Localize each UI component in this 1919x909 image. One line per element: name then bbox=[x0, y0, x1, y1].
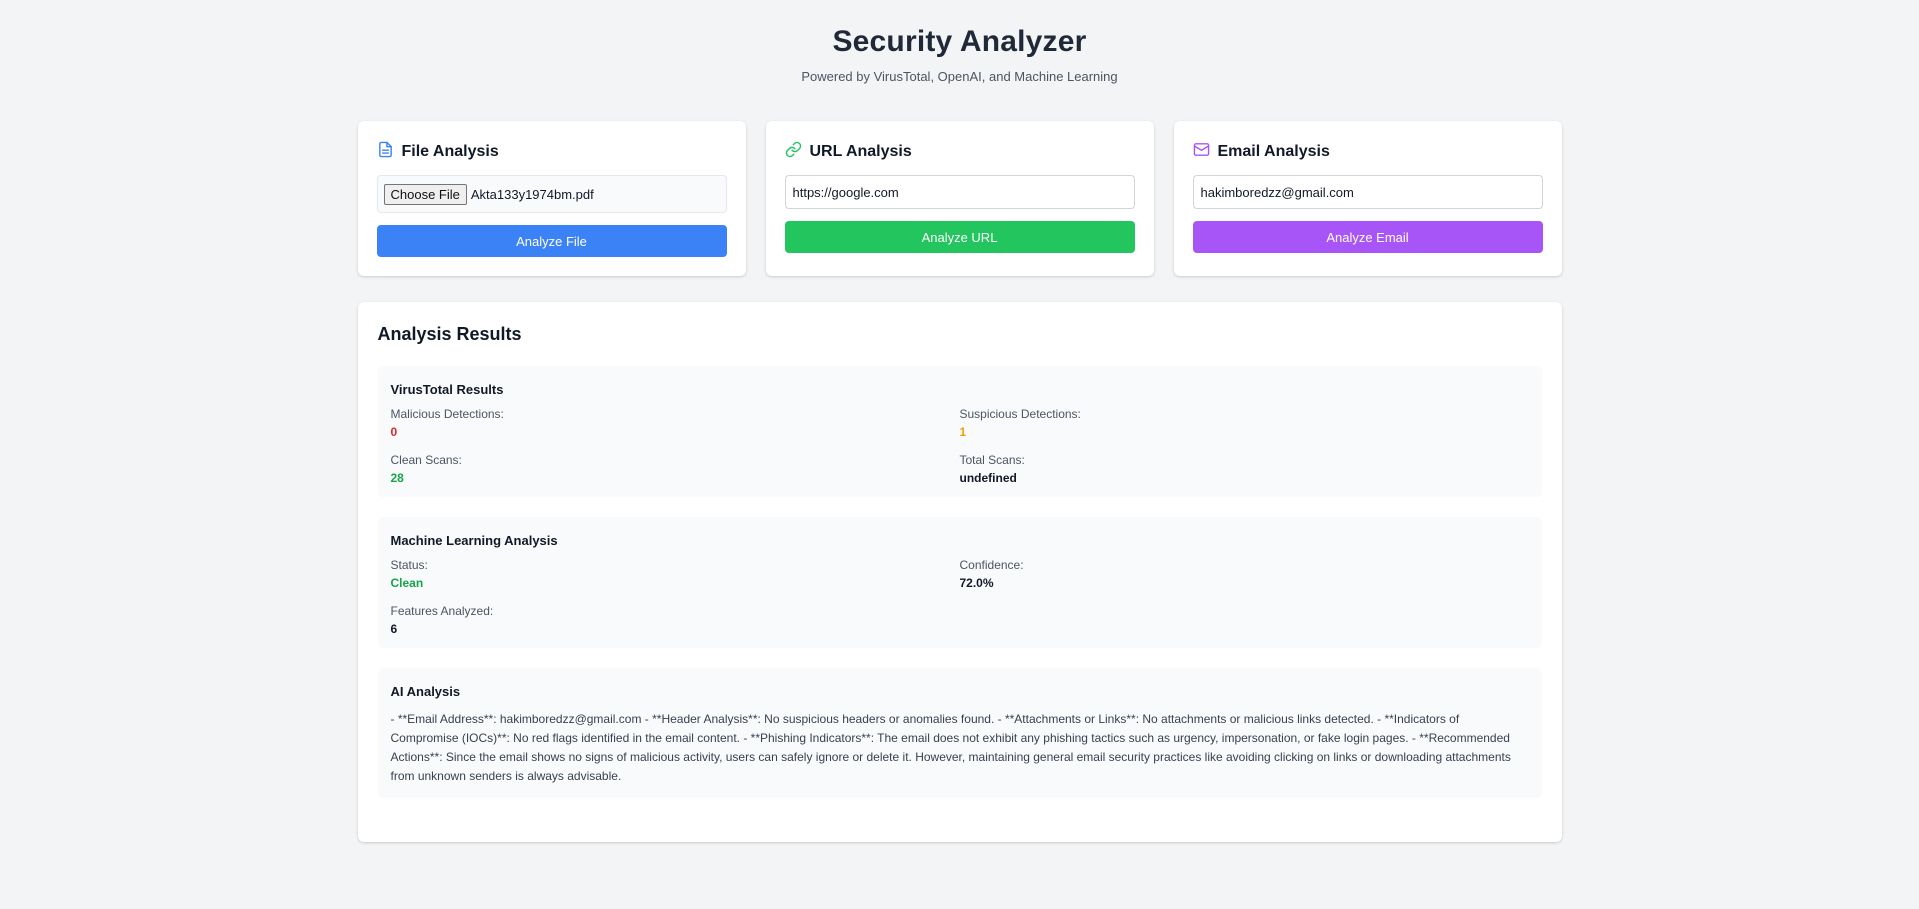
email-input[interactable] bbox=[1192, 175, 1543, 209]
status-stat: Status: Clean bbox=[391, 558, 960, 590]
main-container: File Analysis Choose File Akta133y1974bm… bbox=[357, 121, 1562, 842]
total-value: undefined bbox=[959, 471, 1017, 485]
confidence-stat: Confidence: 72.0% bbox=[960, 558, 1529, 590]
url-input[interactable] bbox=[784, 175, 1135, 209]
ml-grid: Status: Clean Confidence: 72.0% Features… bbox=[391, 558, 1529, 636]
malicious-stat: Malicious Detections: 0 bbox=[391, 407, 960, 439]
suspicious-value: 1 bbox=[959, 425, 967, 439]
file-card-header: File Analysis bbox=[377, 141, 727, 163]
malicious-label: Malicious Detections: bbox=[390, 407, 504, 421]
confidence-value: 72.0% bbox=[959, 576, 994, 590]
mail-icon bbox=[1193, 141, 1210, 163]
page-header: Security Analyzer Powered by VirusTotal,… bbox=[0, 0, 1919, 84]
analyze-file-button[interactable]: Analyze File bbox=[376, 225, 727, 257]
ml-section: Machine Learning Analysis Status: Clean … bbox=[377, 517, 1542, 648]
virustotal-title: VirusTotal Results bbox=[390, 382, 504, 397]
analyze-email-button[interactable]: Analyze Email bbox=[1192, 221, 1543, 253]
ml-title: Machine Learning Analysis bbox=[390, 533, 558, 548]
suspicious-label: Suspicious Detections: bbox=[959, 407, 1081, 421]
features-stat: Features Analyzed: 6 bbox=[391, 604, 960, 636]
total-stat: Total Scans: undefined bbox=[960, 453, 1529, 485]
clean-label: Clean Scans: bbox=[390, 453, 462, 467]
email-analysis-card: Email Analysis Analyze Email bbox=[1173, 121, 1562, 276]
virustotal-grid: Malicious Detections: 0 Suspicious Detec… bbox=[391, 407, 1529, 485]
virustotal-section: VirusTotal Results Malicious Detections:… bbox=[377, 366, 1542, 497]
page-subtitle: Powered by VirusTotal, OpenAI, and Machi… bbox=[801, 69, 1118, 84]
status-value: Clean bbox=[390, 576, 424, 590]
total-label: Total Scans: bbox=[959, 453, 1025, 467]
analysis-cards: File Analysis Choose File Akta133y1974bm… bbox=[357, 121, 1562, 276]
file-input[interactable]: Choose File Akta133y1974bm.pdf bbox=[376, 175, 727, 213]
url-card-title: URL Analysis bbox=[809, 143, 912, 160]
selected-file-name: Akta133y1974bm.pdf bbox=[470, 186, 594, 202]
email-card-title: Email Analysis bbox=[1217, 143, 1330, 160]
email-card-header: Email Analysis bbox=[1193, 141, 1543, 163]
file-analysis-card: File Analysis Choose File Akta133y1974bm… bbox=[357, 121, 746, 276]
file-card-title: File Analysis bbox=[401, 143, 499, 160]
clean-value: 28 bbox=[390, 471, 404, 485]
url-analysis-card: URL Analysis Analyze URL bbox=[765, 121, 1154, 276]
analyze-url-button[interactable]: Analyze URL bbox=[784, 221, 1135, 253]
malicious-value: 0 bbox=[390, 425, 398, 439]
choose-file-button[interactable]: Choose File bbox=[383, 183, 467, 205]
status-label: Status: bbox=[390, 558, 428, 572]
suspicious-stat: Suspicious Detections: 1 bbox=[960, 407, 1529, 439]
results-title: Analysis Results bbox=[377, 324, 522, 344]
ai-analysis-text: - **Email Address**: hakimboredzz@gmail.… bbox=[390, 712, 1511, 783]
features-label: Features Analyzed: bbox=[390, 604, 494, 618]
link-icon bbox=[785, 141, 802, 163]
confidence-label: Confidence: bbox=[959, 558, 1024, 572]
analysis-results-panel: Analysis Results VirusTotal Results Mali… bbox=[357, 302, 1562, 842]
url-card-header: URL Analysis bbox=[785, 141, 1135, 163]
clean-stat: Clean Scans: 28 bbox=[391, 453, 960, 485]
file-icon bbox=[377, 141, 394, 163]
features-value: 6 bbox=[390, 622, 398, 636]
ai-section: AI Analysis - **Email Address**: hakimbo… bbox=[377, 668, 1542, 798]
page-title: Security Analyzer bbox=[832, 25, 1087, 58]
ai-title: AI Analysis bbox=[390, 684, 461, 699]
